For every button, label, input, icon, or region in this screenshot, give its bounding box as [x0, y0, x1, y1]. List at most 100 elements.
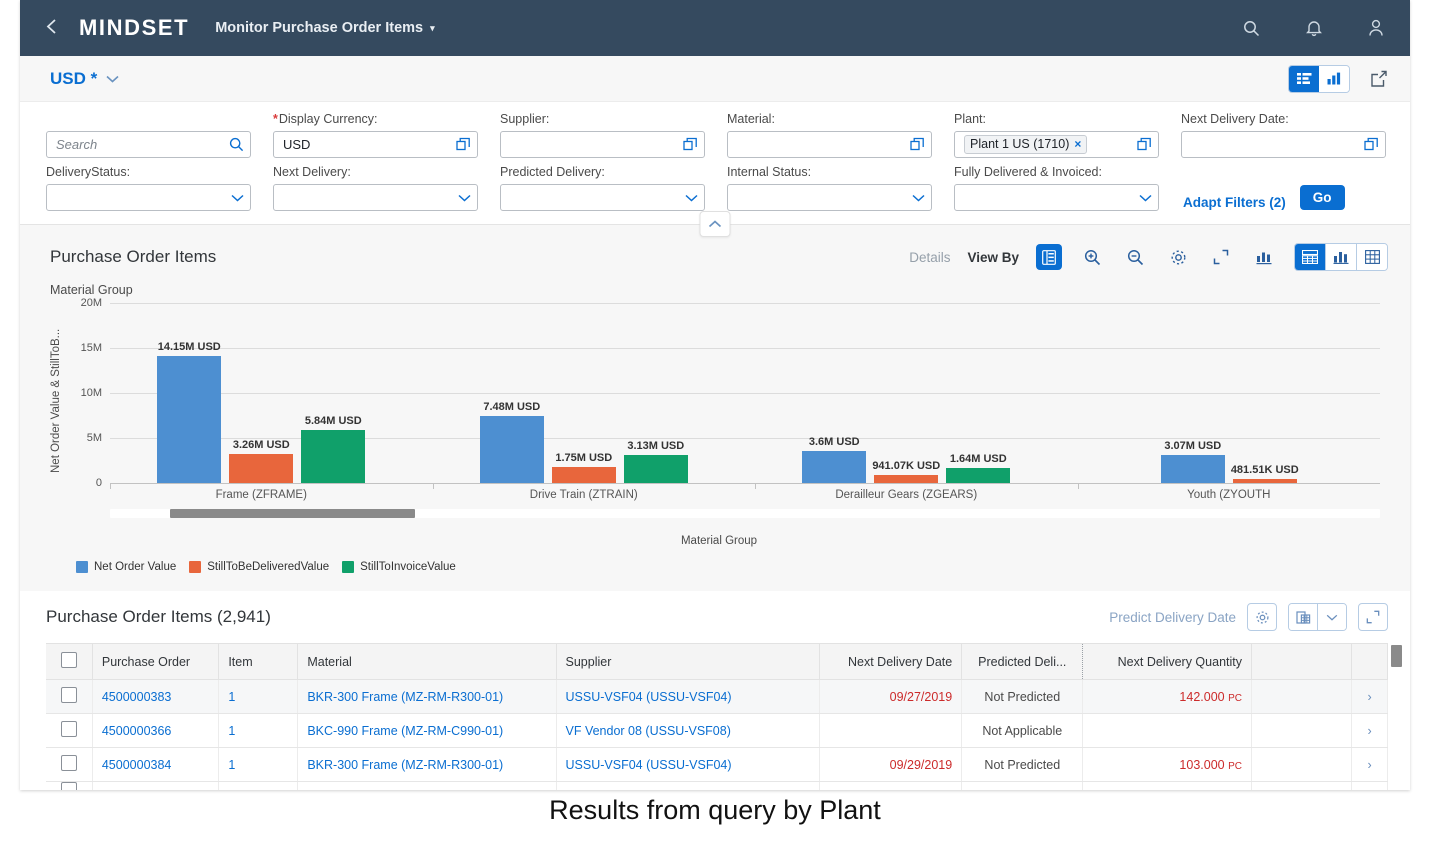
chevron-down-icon[interactable] [231, 194, 244, 202]
plant-input[interactable]: Plant 1 US (1710) × [954, 131, 1159, 158]
supplier-input[interactable] [500, 131, 705, 158]
col-purchase-order[interactable]: Purchase Order [92, 643, 220, 680]
brand-logo[interactable]: MINDSET [79, 15, 189, 41]
value-help-icon[interactable] [456, 137, 471, 152]
user-icon[interactable] [1368, 19, 1384, 37]
col-material[interactable]: Material [297, 643, 557, 680]
bar-2-stilltoinvoicevalue[interactable]: 1.64M USD [946, 453, 1011, 483]
next-delivery-select[interactable] [273, 184, 478, 211]
cell-item[interactable]: 1 [218, 679, 299, 714]
bar-2-net-order-value[interactable]: 3.6M USD [802, 436, 867, 483]
col-predicted-delivery[interactable]: Predicted Deli... [961, 643, 1084, 680]
predict-delivery-date-button[interactable]: Predict Delivery Date [1109, 610, 1236, 625]
table-row[interactable]: 4500000384 1 BKR-300 Frame (MZ-RM-R300-01)… [46, 747, 1388, 782]
row-navigation-arrow[interactable]: › [1351, 747, 1388, 782]
share-icon[interactable] [1370, 70, 1388, 88]
legend-item[interactable]: Net Order Value [76, 561, 176, 573]
cell-item[interactable]: 1 [218, 747, 299, 782]
display-currency-input[interactable]: USD [273, 131, 478, 158]
fullscreen-icon[interactable] [1208, 244, 1234, 270]
row-navigation-arrow[interactable]: › [1351, 679, 1388, 714]
legend-item[interactable]: StillToInvoiceValue [342, 561, 456, 573]
bar-0-stilltoinvoicevalue[interactable]: 5.84M USD [301, 415, 366, 483]
fullscreen-icon[interactable] [1358, 603, 1388, 631]
internal-status-select[interactable] [727, 184, 932, 211]
delivery-status-select[interactable] [46, 184, 251, 211]
back-button[interactable] [46, 18, 57, 39]
go-button[interactable]: Go [1299, 185, 1345, 210]
plant-token[interactable]: Plant 1 US (1710) × [964, 135, 1088, 154]
bar-3-net-order-value[interactable]: 3.07M USD [1160, 440, 1225, 483]
fully-delivered-invoiced-select[interactable] [954, 184, 1159, 211]
dimension-icon[interactable] [1036, 244, 1062, 270]
app-title-dropdown[interactable]: Monitor Purchase Order Items ▾ [215, 20, 434, 36]
bar-1-stilltoinvoicevalue[interactable]: 3.13M USD [623, 440, 688, 483]
bar-0-stilltobedeliveredvalue[interactable]: 3.26M USD [229, 439, 294, 483]
value-help-icon[interactable] [683, 137, 698, 152]
chevron-down-icon[interactable] [912, 194, 925, 202]
search-icon[interactable] [1243, 20, 1260, 37]
material-input[interactable] [727, 131, 932, 158]
table-only-icon[interactable] [1356, 244, 1387, 270]
chart-horizontal-scrollbar[interactable] [110, 509, 1380, 518]
select-all-header[interactable] [46, 643, 93, 680]
row-checkbox[interactable] [60, 687, 77, 703]
table-row[interactable]: 4500000366 1 BKC-990 Frame (MZ-RM-C990-01)… [46, 713, 1388, 748]
settings-icon[interactable] [1247, 603, 1277, 631]
chart-only-icon[interactable] [1325, 244, 1356, 270]
cell-purchase-order[interactable]: 4500000366 [92, 713, 220, 748]
bar-2-stilltobedeliveredvalue[interactable]: 941.07K USD [872, 460, 940, 483]
filter-collapse-button[interactable] [699, 211, 731, 237]
row-select-cell[interactable] [46, 679, 93, 714]
export-icon[interactable] [1289, 604, 1317, 630]
col-next-delivery-quantity[interactable]: Next Delivery Quantity [1082, 643, 1252, 680]
row-select-cell[interactable] [46, 713, 93, 748]
chart-scroll-thumb[interactable] [170, 509, 415, 518]
row-navigation-arrow[interactable]: › [1351, 713, 1388, 748]
cell-material[interactable]: BKR-300 Frame (MZ-RM-R300-01) [297, 679, 557, 714]
cell-purchase-order[interactable]: 4500000383 [92, 679, 220, 714]
chevron-down-icon[interactable] [458, 194, 471, 202]
chart-view-icon[interactable] [1319, 65, 1349, 92]
chevron-down-icon[interactable] [1317, 604, 1346, 630]
bar-1-net-order-value[interactable]: 7.48M USD [479, 401, 544, 483]
cell-material[interactable]: BKC-990 Frame (MZ-RM-C990-01) [297, 713, 557, 748]
variant-selector[interactable]: USD * [50, 69, 119, 89]
col-supplier[interactable]: Supplier [556, 643, 820, 680]
cell-item[interactable]: 1 [218, 713, 299, 748]
zoom-out-icon[interactable] [1122, 244, 1148, 270]
col-next-delivery-date[interactable]: Next Delivery Date [819, 643, 963, 680]
predicted-delivery-select[interactable] [500, 184, 705, 211]
cell-supplier[interactable]: USSU-VSF04 (USSU-VSF04) [556, 679, 820, 714]
value-help-icon[interactable] [1364, 137, 1379, 152]
col-item[interactable]: Item [218, 643, 299, 680]
next-delivery-date-input[interactable] [1181, 131, 1386, 158]
search-icon[interactable] [229, 137, 244, 152]
settings-icon[interactable] [1165, 244, 1191, 270]
cell-supplier[interactable]: VF Vendor 08 (USSU-VSF08) [556, 713, 820, 748]
cell-supplier[interactable]: USSU-VSF04 (USSU-VSF04) [556, 747, 820, 782]
table-row[interactable]: 4500000383 1 BKR-300 Frame (MZ-RM-R300-01)… [46, 679, 1388, 714]
bell-icon[interactable] [1306, 19, 1322, 37]
list-view-icon[interactable] [1289, 65, 1319, 92]
adapt-filters-button[interactable]: Adapt Filters (2) [1183, 195, 1286, 210]
table-scroll-thumb[interactable] [1391, 645, 1402, 667]
select-all-checkbox[interactable] [60, 652, 77, 668]
view-by-button[interactable]: View By [967, 250, 1019, 265]
row-checkbox[interactable] [60, 721, 77, 737]
chevron-down-icon[interactable] [685, 194, 698, 202]
row-checkbox[interactable] [60, 755, 77, 771]
value-help-icon[interactable] [1137, 137, 1152, 152]
bar-1-stilltobedeliveredvalue[interactable]: 1.75M USD [551, 452, 616, 483]
chart-type-icon[interactable] [1251, 244, 1277, 270]
close-icon[interactable]: × [1074, 137, 1081, 151]
value-help-icon[interactable] [910, 137, 925, 152]
cell-purchase-order[interactable]: 4500000384 [92, 747, 220, 782]
bar-0-net-order-value[interactable]: 14.15M USD [157, 341, 222, 483]
chevron-down-icon[interactable] [1139, 194, 1152, 202]
cell-material[interactable]: BKR-300 Frame (MZ-RM-R300-01) [297, 747, 557, 782]
zoom-in-icon[interactable] [1079, 244, 1105, 270]
details-link[interactable]: Details [909, 250, 950, 265]
combined-view-icon[interactable] [1295, 244, 1325, 270]
row-select-cell[interactable] [46, 747, 93, 782]
